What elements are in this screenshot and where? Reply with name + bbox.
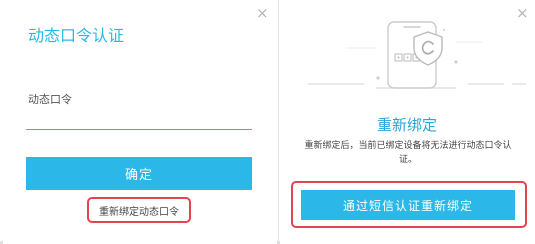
close-icon[interactable]: × — [256, 6, 269, 21]
rebind-highlight-box: 重新绑定动态口令 — [87, 197, 191, 223]
sms-highlight-box: 通过短信认证重新绑定 — [291, 181, 527, 228]
rebind-title: 重新绑定 — [376, 116, 437, 134]
phone-shield-c-icon — [308, 21, 526, 89]
phone-shield-illustration — [308, 21, 526, 89]
sms-rebind-button[interactable]: 通过短信认证重新绑定 — [301, 190, 515, 220]
rebind-description: 重新绑定后，当前已绑定设备将无法进行动态口令认证。 — [304, 141, 512, 165]
confirm-button[interactable]: 确定 — [26, 157, 252, 190]
rebind-dynamic-password-link[interactable]: 重新绑定动态口令 — [99, 203, 179, 218]
dynamic-password-dialog: × 动态口令认证 确定 重新绑定动态口令 — [0, 0, 278, 244]
dynamic-password-input[interactable] — [26, 89, 252, 110]
dialog-title: 动态口令认证 — [28, 26, 125, 45]
password-field-wrapper — [26, 88, 252, 130]
